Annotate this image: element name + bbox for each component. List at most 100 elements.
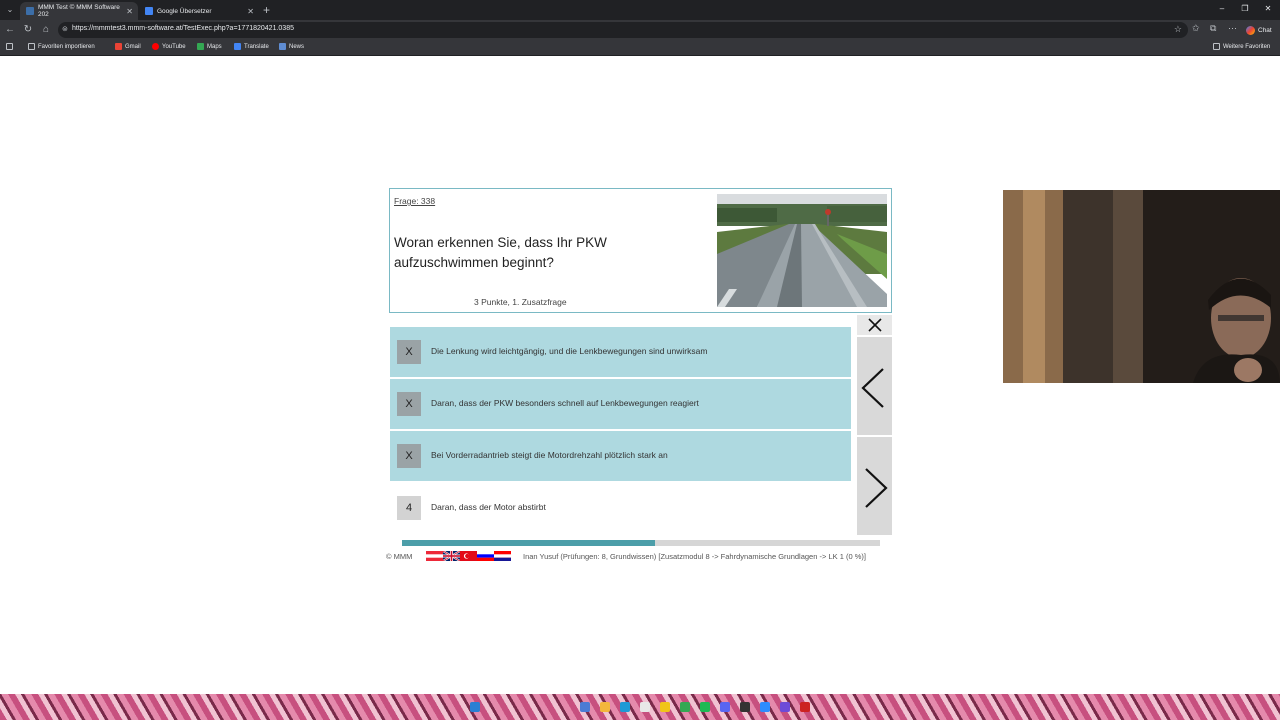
flag-turkey-icon[interactable] bbox=[460, 551, 477, 561]
flag-uk-icon[interactable] bbox=[443, 551, 460, 561]
gmail-icon bbox=[115, 43, 122, 50]
question-image bbox=[717, 194, 887, 307]
favorite-star-icon[interactable]: ☆ bbox=[1174, 24, 1182, 35]
favorites-icon[interactable]: ✩ bbox=[1192, 23, 1200, 34]
home-icon[interactable]: ⌂ bbox=[40, 23, 52, 37]
taskbar-app-icon[interactable] bbox=[640, 702, 650, 712]
bookmark-label: Gmail bbox=[125, 43, 141, 50]
youtube-icon bbox=[152, 43, 159, 50]
more-menu-icon[interactable]: ⋯ bbox=[1228, 23, 1237, 34]
taskbar-app-icon[interactable] bbox=[780, 702, 790, 712]
chevron-left-icon bbox=[861, 368, 884, 408]
bookmark-label: Maps bbox=[207, 43, 222, 50]
new-tab-icon[interactable]: + bbox=[263, 3, 270, 17]
answer-text: Daran, dass der Motor abstirbt bbox=[431, 502, 546, 512]
maps-icon bbox=[197, 43, 204, 50]
edge-icon[interactable] bbox=[620, 702, 630, 712]
bookmarks-bar: Favoriten importieren Gmail YouTube Maps… bbox=[0, 40, 1280, 56]
url-text: https://mmmtest3.mmm-software.at/TestExe… bbox=[72, 25, 294, 32]
page-content: Frage: 338 Woran erkennen Sie, dass Ihr … bbox=[0, 57, 1280, 694]
next-question-button[interactable] bbox=[857, 437, 892, 535]
tab-mmm-test[interactable]: MMM Test © MMM Software 202 ✕ bbox=[20, 2, 138, 20]
progress-bar bbox=[402, 540, 880, 546]
file-explorer-icon[interactable] bbox=[600, 702, 610, 712]
bookmark-translate[interactable]: Translate bbox=[234, 43, 269, 50]
back-icon[interactable]: ← bbox=[4, 23, 16, 37]
taskbar-app-icon[interactable] bbox=[660, 702, 670, 712]
close-exam-button[interactable] bbox=[857, 315, 892, 335]
answer-mark[interactable]: X bbox=[397, 340, 421, 364]
spotify-icon[interactable] bbox=[700, 702, 710, 712]
bookmark-label: Favoriten importieren bbox=[38, 43, 95, 50]
translate-favicon-icon bbox=[145, 7, 153, 15]
flag-austria-icon[interactable] bbox=[426, 551, 443, 561]
answer-mark[interactable]: 4 bbox=[397, 496, 421, 520]
tab-list-icon[interactable]: ⌄ bbox=[4, 4, 16, 16]
bookmark-maps[interactable]: Maps bbox=[197, 43, 222, 50]
bookmark-youtube[interactable]: YouTube bbox=[152, 43, 186, 50]
folder-icon bbox=[1213, 43, 1220, 50]
flag-croatia-icon[interactable] bbox=[494, 551, 511, 561]
bookmark-label: Weitere Favoriten bbox=[1223, 43, 1271, 50]
bookmark-favoriten-importieren[interactable]: Favoriten importieren bbox=[28, 43, 95, 50]
address-bar: ← ↻ ⌂ ⊜ https://mmmtest3.mmm-software.at… bbox=[0, 20, 1280, 40]
translate-icon bbox=[234, 43, 241, 50]
answer-mark[interactable]: X bbox=[397, 392, 421, 416]
discord-icon[interactable] bbox=[720, 702, 730, 712]
previous-question-button[interactable] bbox=[857, 337, 892, 435]
tab-title: MMM Test © MMM Software 202 bbox=[37, 4, 120, 18]
taskbar-app-icon[interactable] bbox=[760, 702, 770, 712]
bookmark-other-favorites[interactable]: Weitere Favoriten bbox=[1213, 43, 1270, 50]
start-icon[interactable] bbox=[470, 702, 480, 712]
copyright-text: © MMM bbox=[386, 552, 413, 561]
mmm-favicon-icon bbox=[26, 7, 34, 15]
answer-mark[interactable]: X bbox=[397, 444, 421, 468]
answer-text: Die Lenkung wird leichtgängig, und die L… bbox=[431, 346, 708, 356]
close-tab-icon[interactable]: ✕ bbox=[126, 7, 133, 16]
question-number[interactable]: Frage: 338 bbox=[394, 196, 435, 206]
close-tab-icon[interactable]: ✕ bbox=[247, 7, 254, 16]
answer-option-3[interactable]: X Bei Vorderradantrieb steigt die Motord… bbox=[390, 431, 851, 481]
copilot-icon bbox=[1246, 25, 1255, 35]
candidate-info: Inan Yusuf (Prüfungen: 8, Grundwissen) [… bbox=[523, 552, 866, 561]
url-field[interactable]: ⊜ https://mmmtest3.mmm-software.at/TestE… bbox=[58, 22, 1188, 38]
bookmark-label: News bbox=[289, 43, 305, 50]
chevron-right-icon bbox=[865, 468, 888, 508]
answer-text: Daran, dass der PKW besonders schnell au… bbox=[431, 398, 699, 408]
sidebar-toggle-icon[interactable] bbox=[6, 43, 16, 50]
news-icon bbox=[279, 43, 286, 50]
restore-icon[interactable]: ❐ bbox=[1238, 4, 1252, 13]
flag-slovenia-icon[interactable] bbox=[477, 551, 494, 561]
site-info-icon[interactable]: ⊜ bbox=[62, 25, 68, 33]
answer-text: Bei Vorderradantrieb steigt die Motordre… bbox=[431, 450, 668, 460]
question-box: Frage: 338 Woran erkennen Sie, dass Ihr … bbox=[389, 188, 892, 313]
chat-button[interactable]: Chat bbox=[1242, 23, 1276, 37]
window-close-icon[interactable]: ✕ bbox=[1261, 4, 1275, 13]
taskbar-app-icon[interactable] bbox=[740, 702, 750, 712]
browser-tab-bar: ⌄ MMM Test © MMM Software 202 ✕ Google Ü… bbox=[0, 0, 1280, 20]
tab-title: Google Übersetzer bbox=[157, 7, 212, 15]
chrome-icon[interactable] bbox=[680, 702, 690, 712]
answer-option-4[interactable]: 4 Daran, dass der Motor abstirbt bbox=[390, 483, 851, 533]
extensions-icon[interactable]: ⧉ bbox=[1210, 23, 1216, 34]
webcam-overlay bbox=[1003, 190, 1280, 383]
minimize-icon[interactable]: – bbox=[1215, 4, 1229, 13]
tab-google-translate[interactable]: Google Übersetzer ✕ bbox=[139, 2, 259, 20]
question-text: Woran erkennen Sie, dass Ihr PKW aufzusc… bbox=[394, 235, 607, 270]
windows-taskbar bbox=[0, 694, 1280, 720]
answer-option-2[interactable]: X Daran, dass der PKW besonders schnell … bbox=[390, 379, 851, 429]
bookmark-news[interactable]: News bbox=[279, 43, 304, 50]
bookmark-label: YouTube bbox=[162, 43, 186, 50]
taskbar-app-icon[interactable] bbox=[800, 702, 810, 712]
question-points: 3 Punkte, 1. Zusatzfrage bbox=[474, 297, 567, 307]
close-icon bbox=[868, 318, 882, 332]
answer-option-1[interactable]: X Die Lenkung wird leichtgängig, und die… bbox=[390, 327, 851, 377]
chat-label: Chat bbox=[1258, 26, 1272, 34]
folder-icon bbox=[28, 43, 35, 50]
reload-icon[interactable]: ↻ bbox=[22, 23, 34, 37]
bookmark-label: Translate bbox=[244, 43, 269, 50]
bookmark-gmail[interactable]: Gmail bbox=[115, 43, 141, 50]
taskbar-app-icon[interactable] bbox=[580, 702, 590, 712]
language-flags bbox=[426, 551, 511, 561]
progress-fill bbox=[402, 540, 656, 546]
